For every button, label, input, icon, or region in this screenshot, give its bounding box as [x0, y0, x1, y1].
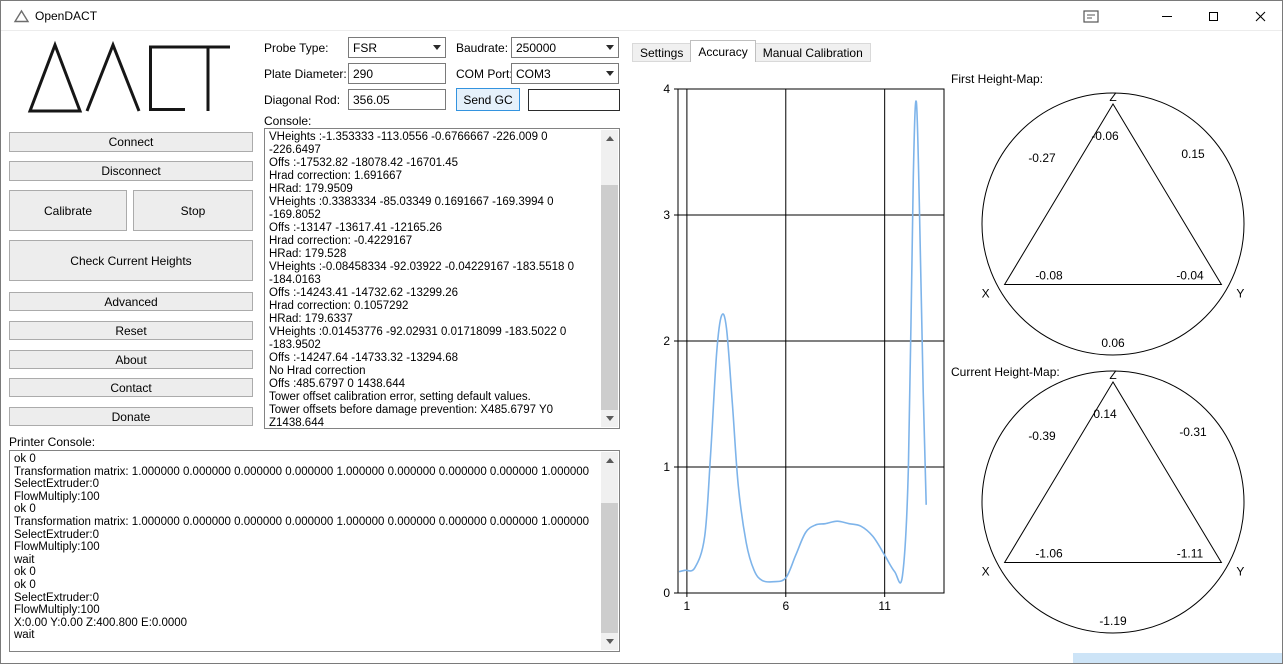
scroll-down-icon[interactable]	[601, 633, 618, 650]
svg-text:Y: Y	[1236, 287, 1244, 301]
console-label: Console:	[264, 114, 311, 128]
tab-bar: Settings Accuracy Manual Calibration	[632, 40, 870, 62]
svg-text:-0.06: -0.06	[1091, 129, 1119, 143]
chevron-down-icon	[428, 38, 445, 57]
tab-accuracy[interactable]: Accuracy	[690, 40, 755, 62]
scroll-up-icon[interactable]	[601, 452, 618, 469]
svg-text:0.14: 0.14	[1093, 407, 1117, 421]
minimize-icon	[1162, 16, 1172, 17]
calibrate-button[interactable]: Calibrate	[9, 190, 127, 231]
svg-text:X: X	[982, 565, 990, 579]
svg-text:0.06: 0.06	[1101, 336, 1125, 350]
svg-text:0: 0	[663, 586, 670, 600]
svg-text:2: 2	[663, 334, 670, 348]
printer-console-label: Printer Console:	[9, 435, 95, 449]
connect-button[interactable]: Connect	[9, 132, 253, 152]
svg-text:6: 6	[782, 599, 789, 613]
titlebar: OpenDACT	[1, 1, 1282, 31]
svg-text:-0.31: -0.31	[1179, 425, 1207, 439]
svg-text:X: X	[982, 287, 990, 301]
close-button[interactable]	[1237, 1, 1283, 31]
svg-text:Z: Z	[1109, 90, 1116, 104]
printer-console-text: ok 0 Transformation matrix: 1.000000 0.0…	[14, 453, 599, 649]
baudrate-label: Baudrate:	[456, 41, 508, 55]
background-window-edge	[1073, 653, 1283, 664]
com-port-value: COM3	[516, 67, 551, 81]
svg-text:11: 11	[878, 599, 891, 613]
svg-text:-1.11: -1.11	[1177, 547, 1204, 561]
first-height-map: Z X Y -0.06 -0.27 0.15 -0.08 -0.04 0.06	[945, 79, 1281, 372]
printer-console-scrollbar[interactable]	[601, 452, 618, 650]
chevron-down-icon	[601, 38, 618, 57]
tab-settings[interactable]: Settings	[632, 43, 691, 62]
app-window: OpenDACT Connect Disconnect Calibrate St…	[0, 0, 1283, 664]
window-title: OpenDACT	[35, 9, 97, 23]
disconnect-button[interactable]: Disconnect	[9, 161, 253, 181]
svg-text:-0.04: -0.04	[1176, 269, 1204, 283]
titlebar-widget-icon[interactable]	[1083, 9, 1101, 24]
svg-text:-1.19: -1.19	[1099, 614, 1127, 628]
svg-text:-0.27: -0.27	[1028, 151, 1056, 165]
console[interactable]: VHeights :-1.353333 -113.0556 -0.6766667…	[264, 128, 620, 429]
baudrate-value: 250000	[516, 41, 556, 55]
contact-button[interactable]: Contact	[9, 378, 253, 397]
svg-text:-0.39: -0.39	[1028, 429, 1056, 443]
send-gc-button[interactable]: Send GC	[456, 88, 520, 111]
svg-text:1: 1	[684, 599, 691, 613]
app-icon	[13, 8, 30, 24]
diagonal-rod-label: Diagonal Rod:	[264, 93, 340, 107]
com-port-label: COM Port:	[456, 67, 513, 81]
printer-console[interactable]: ok 0 Transformation matrix: 1.000000 0.0…	[9, 450, 620, 652]
close-icon	[1255, 11, 1266, 22]
svg-text:3: 3	[663, 208, 670, 222]
plate-diameter-input[interactable]	[348, 63, 446, 84]
scrollbar-thumb[interactable]	[601, 503, 618, 633]
svg-text:-0.08: -0.08	[1035, 269, 1063, 283]
baudrate-select[interactable]: 250000	[511, 37, 619, 58]
scroll-up-icon[interactable]	[601, 130, 618, 147]
svg-text:1: 1	[663, 460, 670, 474]
probe-type-label: Probe Type:	[264, 41, 329, 55]
com-port-select[interactable]: COM3	[511, 63, 619, 84]
minimize-button[interactable]	[1143, 1, 1190, 31]
donate-button[interactable]: Donate	[9, 407, 253, 426]
probe-type-value: FSR	[353, 41, 377, 55]
console-scrollbar[interactable]	[601, 130, 618, 427]
svg-text:Y: Y	[1236, 565, 1244, 579]
dact-logo	[27, 37, 233, 121]
gcode-input[interactable]	[528, 89, 620, 111]
scroll-down-icon[interactable]	[601, 410, 618, 427]
advanced-button[interactable]: Advanced	[9, 292, 253, 311]
stop-button[interactable]: Stop	[133, 190, 253, 231]
svg-text:-1.06: -1.06	[1035, 547, 1063, 561]
maximize-icon	[1209, 12, 1218, 21]
scrollbar-thumb[interactable]	[601, 185, 618, 410]
probe-type-select[interactable]: FSR	[348, 37, 446, 58]
chevron-down-icon	[601, 64, 618, 83]
svg-text:0.15: 0.15	[1181, 147, 1205, 161]
tab-manual-calibration[interactable]: Manual Calibration	[755, 43, 871, 62]
console-text: VHeights :-1.353333 -113.0556 -0.6766667…	[269, 131, 599, 426]
current-height-map: Z X Y 0.14 -0.39 -0.31 -1.06 -1.11 -1.19	[945, 357, 1281, 650]
svg-text:4: 4	[663, 82, 670, 96]
maximize-button[interactable]	[1190, 1, 1237, 31]
check-current-heights-button[interactable]: Check Current Heights	[9, 240, 253, 281]
reset-button[interactable]: Reset	[9, 321, 253, 340]
svg-text:Z: Z	[1109, 368, 1116, 382]
diagonal-rod-input[interactable]	[348, 89, 446, 110]
about-button[interactable]: About	[9, 350, 253, 369]
accuracy-chart: 012341611	[647, 79, 959, 627]
plate-diameter-label: Plate Diameter:	[264, 67, 347, 81]
